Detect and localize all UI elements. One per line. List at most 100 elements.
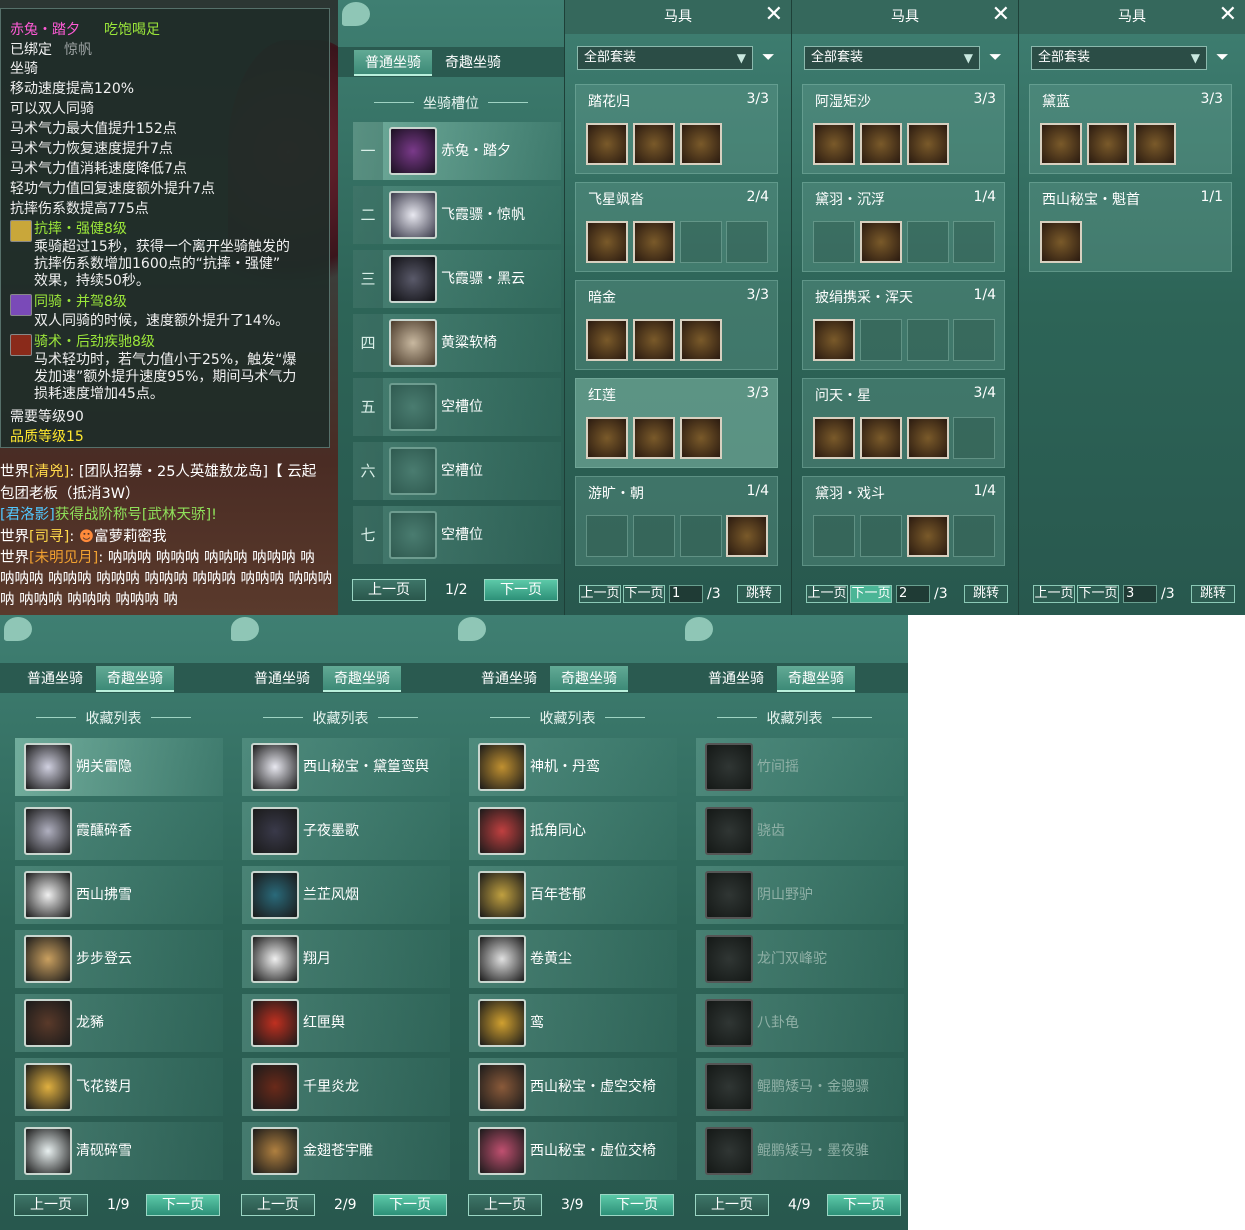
tab-normal-mount[interactable]: 普通坐骑 — [16, 666, 94, 692]
empty-gear-slot[interactable] — [953, 515, 995, 557]
tab-fun-mount[interactable]: 奇趣坐骑 — [323, 666, 401, 692]
jump-button[interactable]: 跳转 — [737, 585, 781, 603]
collection-item[interactable]: 鸾 — [469, 994, 677, 1052]
tab-normal-mount[interactable]: 普通坐骑 — [243, 666, 321, 692]
gear-piece-icon[interactable] — [907, 123, 949, 165]
collection-item[interactable]: 鲲鹏矮马・金骢骠 — [696, 1058, 904, 1116]
gear-piece-icon[interactable] — [633, 417, 675, 459]
gear-suit[interactable]: 黛羽・戏斗 1/4 — [802, 476, 1005, 566]
gear-piece-icon[interactable] — [586, 221, 628, 263]
next-page-button[interactable]: 下一页 — [146, 1194, 220, 1216]
gear-piece-icon[interactable] — [907, 417, 949, 459]
collection-item[interactable]: 金翅苍宇雕 — [242, 1122, 450, 1180]
mount-slot-5[interactable]: 五 空槽位 — [353, 378, 561, 436]
gear-piece-icon[interactable] — [633, 319, 675, 361]
close-icon[interactable]: ✕ — [765, 4, 783, 26]
gear-piece-icon[interactable] — [813, 123, 855, 165]
prev-page-button[interactable]: 上一页 — [468, 1194, 542, 1216]
mount-slot-7[interactable]: 七 空槽位 — [353, 506, 561, 564]
empty-gear-slot[interactable] — [860, 319, 902, 361]
gear-suit[interactable]: 黛蓝 3/3 — [1029, 84, 1232, 174]
mount-slot-6[interactable]: 六 空槽位 — [353, 442, 561, 500]
gear-piece-icon[interactable] — [1040, 221, 1082, 263]
tab-normal-mount[interactable]: 普通坐骑 — [470, 666, 548, 692]
page-input[interactable]: 1 — [669, 585, 703, 603]
tab-fun-mount[interactable]: 奇趣坐骑 — [777, 666, 855, 692]
empty-gear-slot[interactable] — [813, 515, 855, 557]
prev-page-button[interactable]: 上一页 — [1033, 585, 1075, 603]
tab-normal-mount[interactable]: 普通坐骑 — [354, 50, 432, 76]
gear-suit[interactable]: 阿湿矩沙 3/3 — [802, 84, 1005, 174]
gear-piece-icon[interactable] — [586, 417, 628, 459]
gear-piece-icon[interactable] — [680, 417, 722, 459]
mount-slot-2[interactable]: 二 飞霞骠・惊帆 — [353, 186, 561, 244]
suit-filter-dropdown[interactable]: 全部套装 ▼ — [1031, 46, 1207, 70]
empty-gear-slot[interactable] — [860, 515, 902, 557]
jump-button[interactable]: 跳转 — [964, 585, 1008, 603]
collection-item[interactable]: 抵角同心 — [469, 802, 677, 860]
mount-slot-1[interactable]: 一 赤兔・踏夕 — [353, 122, 561, 180]
close-icon[interactable]: ✕ — [992, 4, 1010, 26]
page-input[interactable]: 2 — [896, 585, 930, 603]
collection-item[interactable]: 竹间摇 — [696, 738, 904, 796]
gear-suit[interactable]: 西山秘宝・魁首 1/1 — [1029, 182, 1232, 272]
empty-gear-slot[interactable] — [586, 515, 628, 557]
close-icon[interactable]: ✕ — [1219, 4, 1237, 26]
empty-gear-slot[interactable] — [726, 221, 768, 263]
collection-item[interactable]: 八卦龟 — [696, 994, 904, 1052]
tab-fun-mount[interactable]: 奇趣坐骑 — [96, 666, 174, 692]
gear-suit[interactable]: 披绢携采・浑天 1/4 — [802, 280, 1005, 370]
empty-gear-slot[interactable] — [953, 417, 995, 459]
prev-page-button[interactable]: 上一页 — [352, 579, 426, 601]
mount-slot-4[interactable]: 四 黄粱软椅 — [353, 314, 561, 372]
gear-piece-icon[interactable] — [680, 319, 722, 361]
gear-suit[interactable]: 飞星飒沓 2/4 — [575, 182, 778, 272]
gear-piece-icon[interactable] — [633, 221, 675, 263]
collection-item[interactable]: 兰芷风烟 — [242, 866, 450, 924]
next-page-button[interactable]: 下一页 — [850, 585, 892, 603]
collection-item[interactable]: 阴山野驴 — [696, 866, 904, 924]
gear-piece-icon[interactable] — [726, 515, 768, 557]
empty-gear-slot[interactable] — [813, 221, 855, 263]
collection-item[interactable]: 朔关雷隐 — [15, 738, 223, 796]
collection-item[interactable]: 步步登云 — [15, 930, 223, 988]
filter-icon[interactable]: ⏷ — [1216, 48, 1232, 66]
tab-fun-mount[interactable]: 奇趣坐骑 — [550, 666, 628, 692]
collection-item[interactable]: 鲲鹏矮马・墨夜骓 — [696, 1122, 904, 1180]
gear-piece-icon[interactable] — [813, 319, 855, 361]
prev-page-button[interactable]: 上一页 — [695, 1194, 769, 1216]
gear-piece-icon[interactable] — [907, 515, 949, 557]
prev-page-button[interactable]: 上一页 — [14, 1194, 88, 1216]
next-page-button[interactable]: 下一页 — [827, 1194, 901, 1216]
empty-gear-slot[interactable] — [907, 319, 949, 361]
filter-icon[interactable]: ⏷ — [989, 48, 1005, 66]
collection-item[interactable]: 西山秘宝・黛篁鸾舆 — [242, 738, 450, 796]
gear-piece-icon[interactable] — [633, 123, 675, 165]
gear-piece-icon[interactable] — [860, 221, 902, 263]
next-page-button[interactable]: 下一页 — [623, 585, 665, 603]
collection-item[interactable]: 霞醺碎香 — [15, 802, 223, 860]
collection-item[interactable]: 骁齿 — [696, 802, 904, 860]
collection-item[interactable]: 西山秘宝・虚空交椅 — [469, 1058, 677, 1116]
mount-slot-3[interactable]: 三 飞霞骠・黑云 — [353, 250, 561, 308]
gear-piece-icon[interactable] — [586, 123, 628, 165]
prev-page-button[interactable]: 上一页 — [241, 1194, 315, 1216]
collection-item[interactable]: 千里炎龙 — [242, 1058, 450, 1116]
suit-filter-dropdown[interactable]: 全部套装 ▼ — [577, 46, 753, 70]
gear-piece-icon[interactable] — [680, 123, 722, 165]
jump-button[interactable]: 跳转 — [1191, 585, 1235, 603]
collection-item[interactable]: 百年苍郁 — [469, 866, 677, 924]
empty-gear-slot[interactable] — [680, 515, 722, 557]
gear-piece-icon[interactable] — [860, 123, 902, 165]
gear-piece-icon[interactable] — [586, 319, 628, 361]
prev-page-button[interactable]: 上一页 — [806, 585, 848, 603]
gear-suit[interactable]: 红莲 3/3 — [575, 378, 778, 468]
collection-item[interactable]: 飞花镂月 — [15, 1058, 223, 1116]
collection-item[interactable]: 清砚碎雪 — [15, 1122, 223, 1180]
gear-piece-icon[interactable] — [813, 417, 855, 459]
collection-item[interactable]: 红匣舆 — [242, 994, 450, 1052]
suit-filter-dropdown[interactable]: 全部套装 ▼ — [804, 46, 980, 70]
gear-suit[interactable]: 问天・星 3/4 — [802, 378, 1005, 468]
collection-item[interactable]: 翔月 — [242, 930, 450, 988]
prev-page-button[interactable]: 上一页 — [579, 585, 621, 603]
